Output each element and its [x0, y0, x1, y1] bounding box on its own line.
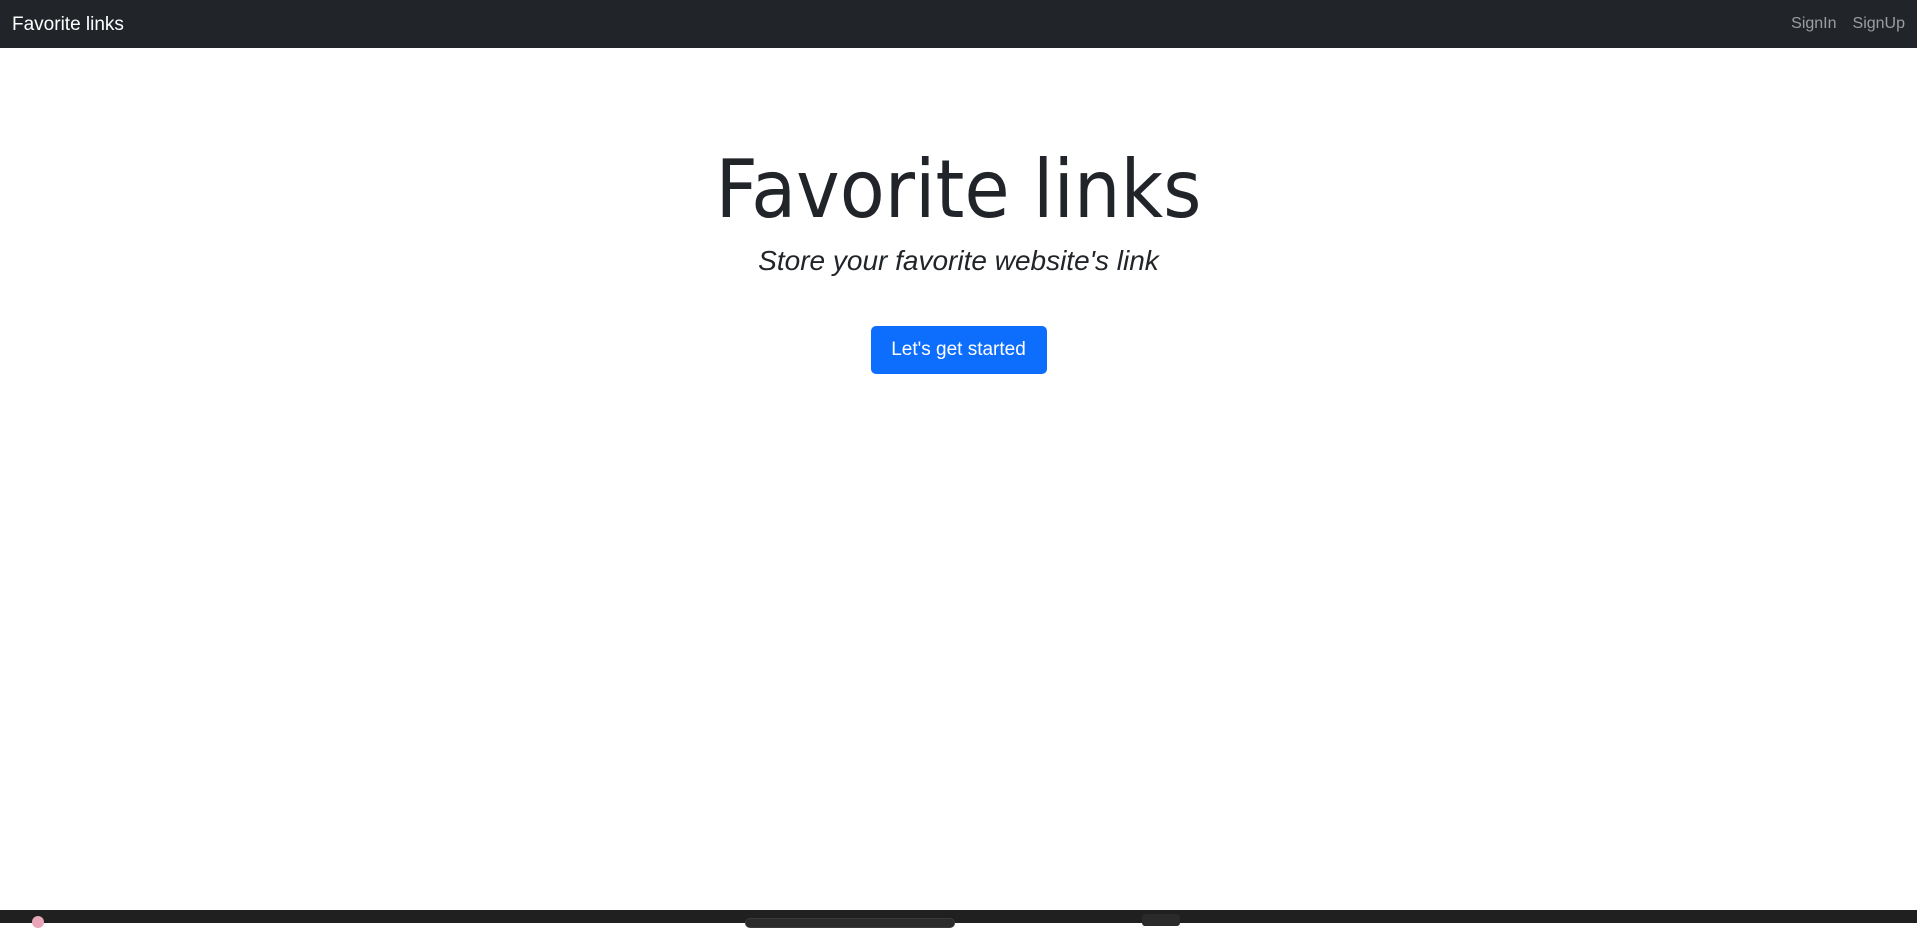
hero-title: Favorite links [715, 143, 1202, 236]
nav-links: SignIn SignUp [1791, 15, 1905, 33]
hero-subtitle: Store your favorite website's link [758, 245, 1159, 276]
get-started-button[interactable]: Let's get started [870, 326, 1047, 374]
search-pill-icon[interactable] [745, 918, 955, 928]
signin-link[interactable]: SignIn [1791, 15, 1836, 33]
brand-link[interactable]: Favorite links [12, 15, 124, 34]
hero-section: Favorite links Store your favorite websi… [0, 48, 1917, 910]
app-icon[interactable] [32, 916, 44, 928]
cta-container: Let's get started [0, 326, 1917, 374]
signup-link[interactable]: SignUp [1853, 15, 1905, 33]
taskbar-button-icon[interactable] [1142, 914, 1180, 926]
os-taskbar [0, 910, 1917, 928]
top-navbar: Favorite links SignIn SignUp [0, 0, 1917, 48]
